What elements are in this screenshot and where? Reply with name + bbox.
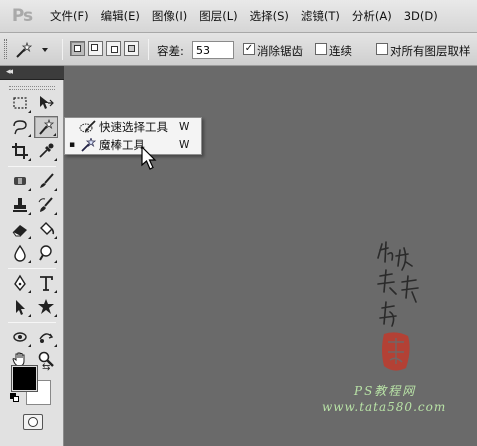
eraser-tool[interactable]	[8, 218, 32, 240]
3d-orbit-tool[interactable]	[34, 326, 58, 348]
collapse-panel-icon[interactable]: ◂◂	[6, 67, 13, 77]
crop-tool[interactable]	[8, 140, 32, 162]
path-selection-tool[interactable]	[8, 296, 32, 318]
custom-shape-tool[interactable]	[34, 296, 58, 318]
dodge-icon	[39, 245, 52, 261]
menu-bar: Ps 文件(F) 编辑(E) 图像(I) 图层(L) 选择(S) 滤镜(T) 分…	[0, 0, 477, 33]
flyout-active-marker: ▪	[68, 140, 76, 150]
mouse-cursor-icon	[141, 146, 157, 170]
tools-panel-grip[interactable]	[9, 86, 55, 90]
new-selection-icon	[74, 45, 81, 52]
crop-icon	[12, 143, 28, 159]
3d-rotate-icon	[13, 332, 27, 342]
quick-selection-icon	[79, 119, 99, 135]
options-bar-grip[interactable]	[4, 39, 7, 59]
tools-separator	[8, 166, 56, 167]
marquee-tool[interactable]	[8, 92, 32, 114]
move-arrow-icon	[40, 96, 54, 109]
add-selection-icon	[91, 44, 98, 51]
tolerance-label: 容差:	[157, 44, 184, 58]
menu-file[interactable]: 文件(F)	[44, 8, 95, 24]
menu-select[interactable]: 选择(S)	[244, 8, 295, 24]
subtract-selection-icon	[111, 46, 118, 53]
eyedropper-icon	[39, 143, 54, 158]
watermark-site-url: www.tata580.com	[322, 400, 447, 414]
swap-colors-icon[interactable]: ⇆	[42, 362, 50, 373]
flyout-item-quick-selection[interactable]: 快速选择工具 W	[65, 118, 201, 136]
type-t-icon	[40, 276, 53, 291]
dodge-tool[interactable]	[34, 242, 58, 264]
red-seal-stamp	[382, 332, 410, 371]
options-bar: 容差: ✓ 消除锯齿 连续 对所有图层取样	[0, 33, 477, 66]
chevron-down-icon	[42, 48, 48, 52]
blur-tool[interactable]	[8, 242, 32, 264]
tool-flyout-menu: 快速选择工具 W ▪ 魔棒工具 W	[64, 117, 202, 155]
watermark-site-name: PS教程网	[354, 384, 417, 398]
flyout-item-shortcut: W	[179, 139, 190, 151]
menu-analysis[interactable]: 分析(A)	[346, 8, 398, 24]
foreground-color-swatch[interactable]	[11, 365, 38, 392]
quick-mask-button[interactable]	[23, 414, 43, 430]
subtract-from-selection-button[interactable]	[106, 41, 121, 56]
menu-layer[interactable]: 图层(L)	[193, 8, 243, 24]
tools-separator	[8, 268, 56, 269]
type-tool[interactable]	[34, 272, 58, 294]
options-separator	[148, 39, 149, 60]
new-selection-button[interactable]	[70, 41, 85, 56]
brush-icon	[40, 173, 54, 188]
pen-icon	[14, 274, 26, 292]
pen-tool[interactable]	[8, 272, 32, 294]
flyout-item-label: 魔棒工具	[99, 138, 145, 152]
tools-separator	[8, 322, 56, 323]
menu-filter[interactable]: 滤镜(T)	[295, 8, 346, 24]
tools-panel-header[interactable]: ◂◂	[0, 66, 64, 80]
blur-drop-icon	[14, 244, 26, 262]
quick-mask-icon	[28, 417, 38, 427]
clone-stamp-tool[interactable]	[8, 194, 32, 216]
spot-healing-tool[interactable]	[8, 170, 32, 192]
paint-bucket-tool[interactable]	[34, 218, 58, 240]
eyedropper-tool[interactable]	[34, 140, 58, 162]
add-to-selection-button[interactable]	[88, 41, 103, 56]
sample-all-layers-label: 对所有图层取样	[390, 44, 471, 58]
shape-icon	[38, 299, 54, 314]
magic-wand-tool[interactable]	[34, 116, 58, 138]
magic-wand-icon	[16, 41, 33, 58]
paint-bucket-icon	[40, 222, 55, 235]
lasso-tool[interactable]	[8, 116, 32, 138]
intersect-selection-icon	[128, 45, 135, 52]
default-colors-icon[interactable]	[10, 393, 20, 403]
stamp-icon	[13, 198, 27, 212]
tools-panel: ⇆	[0, 80, 64, 446]
flyout-item-label: 快速选择工具	[99, 120, 168, 134]
rectangular-marquee-icon	[13, 97, 27, 109]
menu-3d[interactable]: 3D(D)	[398, 9, 444, 23]
contiguous-label: 连续	[329, 44, 352, 58]
lasso-icon	[13, 120, 27, 135]
flyout-item-shortcut: W	[179, 121, 190, 133]
magic-wand-icon	[79, 137, 99, 153]
menu-edit[interactable]: 编辑(E)	[95, 8, 146, 24]
move-tool[interactable]	[34, 92, 58, 114]
history-brush-tool[interactable]	[34, 194, 58, 216]
app-logo: Ps	[11, 6, 33, 26]
eraser-icon	[12, 225, 27, 237]
3d-orbit-icon	[39, 333, 54, 343]
sample-all-layers-checkbox[interactable]	[376, 43, 388, 55]
3d-rotate-tool[interactable]	[8, 326, 32, 348]
antialias-checkbox[interactable]: ✓	[243, 43, 255, 55]
menu-image[interactable]: 图像(I)	[146, 8, 193, 24]
options-separator	[62, 39, 63, 60]
bandage-icon	[14, 177, 26, 185]
tool-preset-picker[interactable]	[14, 40, 56, 60]
contiguous-checkbox[interactable]	[315, 43, 327, 55]
brush-tool[interactable]	[34, 170, 58, 192]
intersect-selection-button[interactable]	[124, 41, 139, 56]
tolerance-input[interactable]	[192, 41, 234, 59]
antialias-label: 消除锯齿	[257, 44, 303, 58]
history-brush-icon	[38, 197, 53, 212]
signature-watermark	[377, 241, 419, 327]
path-arrow-icon	[16, 300, 25, 315]
flyout-item-magic-wand[interactable]: ▪ 魔棒工具 W	[65, 136, 201, 154]
